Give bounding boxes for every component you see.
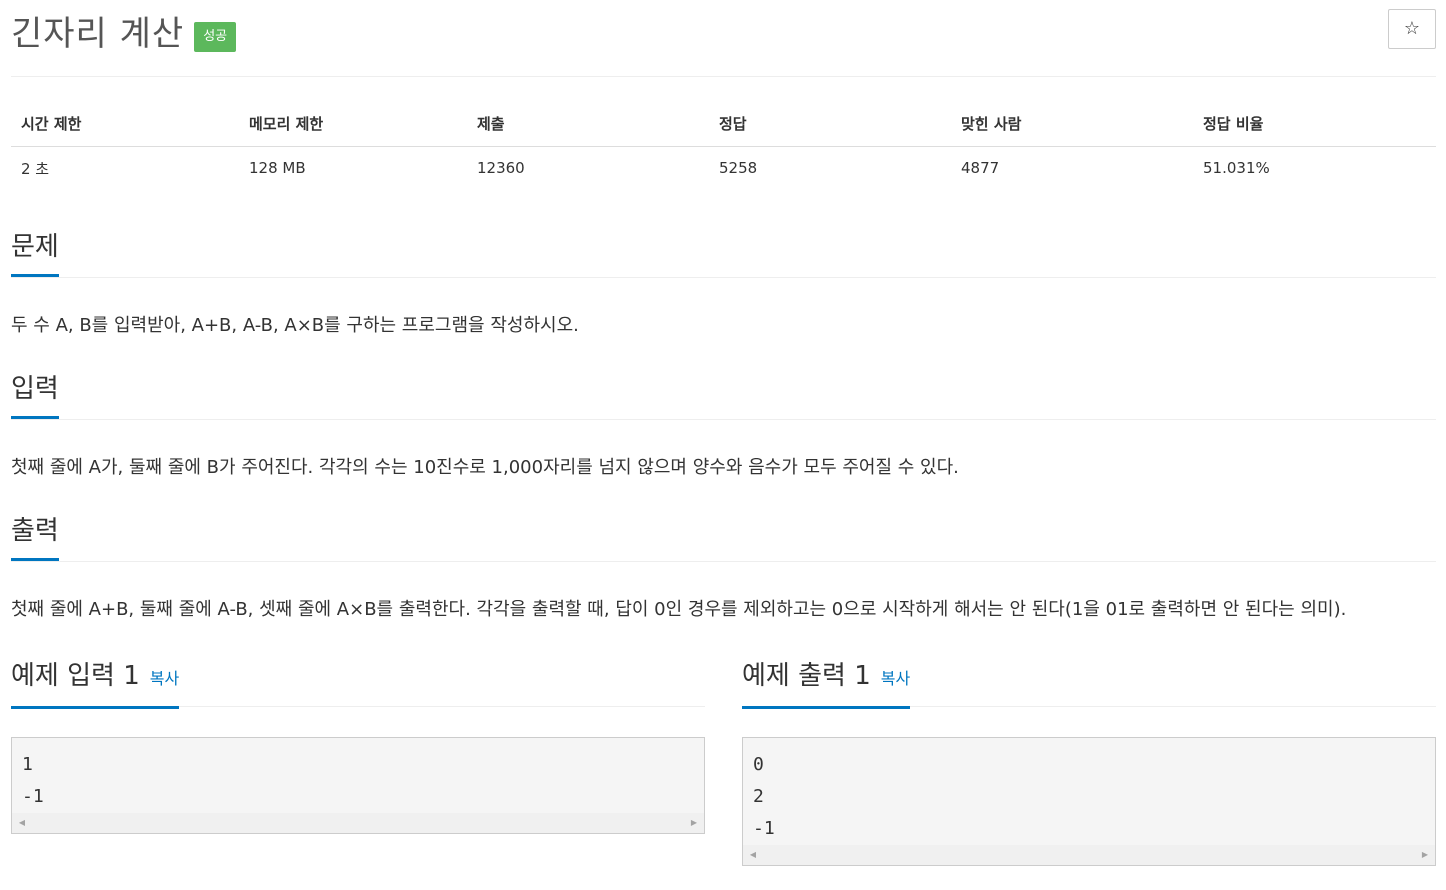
problem-info-table: 시간 제한 메모리 제한 제출 정답 맞힌 사람 정답 비율 2 초 128 M… xyxy=(11,100,1436,189)
value-memory-limit: 128 MB xyxy=(249,159,306,177)
sample-output-section: 예제 출력 1 복사 0 2 -1 ◀ ▶ xyxy=(742,660,1436,866)
header-time-limit: 시간 제한 xyxy=(11,100,239,147)
output-section: 출력 첫째 줄에 A+B, 둘째 줄에 A-B, 셋째 줄에 A×B를 출력한다… xyxy=(11,515,1436,624)
table-header-row: 시간 제한 메모리 제한 제출 정답 맞힌 사람 정답 비율 xyxy=(11,100,1436,147)
sample-input-header: 예제 입력 1 복사 xyxy=(11,660,705,709)
input-section: 입력 첫째 줄에 A가, 둘째 줄에 B가 주어진다. 각각의 수는 10진수로… xyxy=(11,373,1436,482)
scroll-left-icon[interactable]: ◀ xyxy=(14,813,30,833)
scroll-right-icon[interactable]: ▶ xyxy=(1417,845,1433,865)
value-time-limit: 2 초 xyxy=(21,159,50,178)
problem-section: 문제 두 수 A, B를 입력받아, A+B, A-B, A×B를 구하는 프로… xyxy=(11,231,1436,340)
header-accept-ratio: 정답 비율 xyxy=(1193,100,1436,147)
scroll-left-icon[interactable]: ◀ xyxy=(745,845,761,865)
value-accept-ratio: 51.031% xyxy=(1203,159,1270,177)
header-accepted: 정답 xyxy=(709,100,951,147)
status-badge: 성공 xyxy=(194,22,237,52)
scroll-right-icon[interactable]: ▶ xyxy=(686,813,702,833)
table-row: 2 초 128 MB 12360 5258 4877 51.031% xyxy=(11,147,1436,190)
sample-output-title: 예제 출력 1 xyxy=(742,661,871,691)
header-memory-limit: 메모리 제한 xyxy=(239,100,467,147)
page-title: 긴자리 계산 xyxy=(11,14,185,54)
problem-heading: 문제 xyxy=(11,231,59,277)
header-solved-users: 맞힌 사람 xyxy=(951,100,1193,147)
copy-sample-input-button[interactable]: 복사 xyxy=(150,669,179,688)
output-section-header: 출력 xyxy=(11,515,1436,562)
value-accepted[interactable]: 5258 xyxy=(709,147,951,190)
problem-section-header: 문제 xyxy=(11,231,1436,278)
header-submissions: 제출 xyxy=(467,100,709,147)
star-icon: ☆ xyxy=(1403,18,1421,39)
problem-header: 긴자리 계산 성공 xyxy=(11,10,237,54)
output-heading: 출력 xyxy=(11,515,59,561)
sample-output-header: 예제 출력 1 복사 xyxy=(742,660,1436,709)
favorite-button[interactable]: ☆ xyxy=(1388,9,1436,49)
input-description: 첫째 줄에 A가, 둘째 줄에 B가 주어진다. 각각의 수는 10진수로 1,… xyxy=(11,457,959,478)
header-divider xyxy=(11,76,1436,77)
copy-sample-output-button[interactable]: 복사 xyxy=(881,669,910,688)
sample-output-content: 0 2 -1 xyxy=(753,754,775,839)
value-solved-users[interactable]: 4877 xyxy=(951,147,1193,190)
sample-input-section: 예제 입력 1 복사 1 -1 ◀ ▶ xyxy=(11,660,705,834)
sample-input-title: 예제 입력 1 xyxy=(11,661,140,691)
problem-description: 두 수 A, B를 입력받아, A+B, A-B, A×B를 구하는 프로그램을… xyxy=(11,315,579,336)
sample-output-scrollbar[interactable]: ◀ ▶ xyxy=(743,845,1435,865)
sample-input-heading: 예제 입력 1 복사 xyxy=(11,660,180,709)
sample-input-scrollbar[interactable]: ◀ ▶ xyxy=(12,813,704,833)
output-description: 첫째 줄에 A+B, 둘째 줄에 A-B, 셋째 줄에 A×B를 출력한다. 각… xyxy=(11,599,1347,620)
value-submissions[interactable]: 12360 xyxy=(467,147,709,190)
sample-input-content: 1 -1 xyxy=(22,754,44,807)
input-section-header: 입력 xyxy=(11,373,1436,420)
sample-output-box: 0 2 -1 ◀ ▶ xyxy=(742,737,1436,866)
sample-output-heading: 예제 출력 1 복사 xyxy=(742,660,911,709)
input-heading: 입력 xyxy=(11,373,59,419)
sample-input-box: 1 -1 ◀ ▶ xyxy=(11,737,705,834)
